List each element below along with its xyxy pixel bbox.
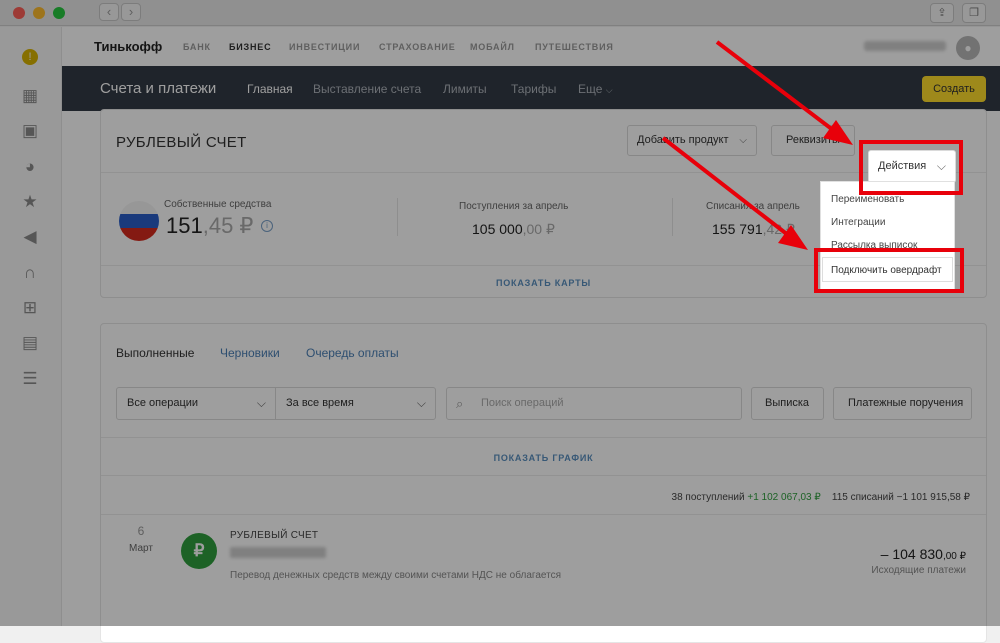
annotation-arrows [661,40,853,250]
arrow-line [715,40,835,132]
arrow-line [661,136,790,237]
